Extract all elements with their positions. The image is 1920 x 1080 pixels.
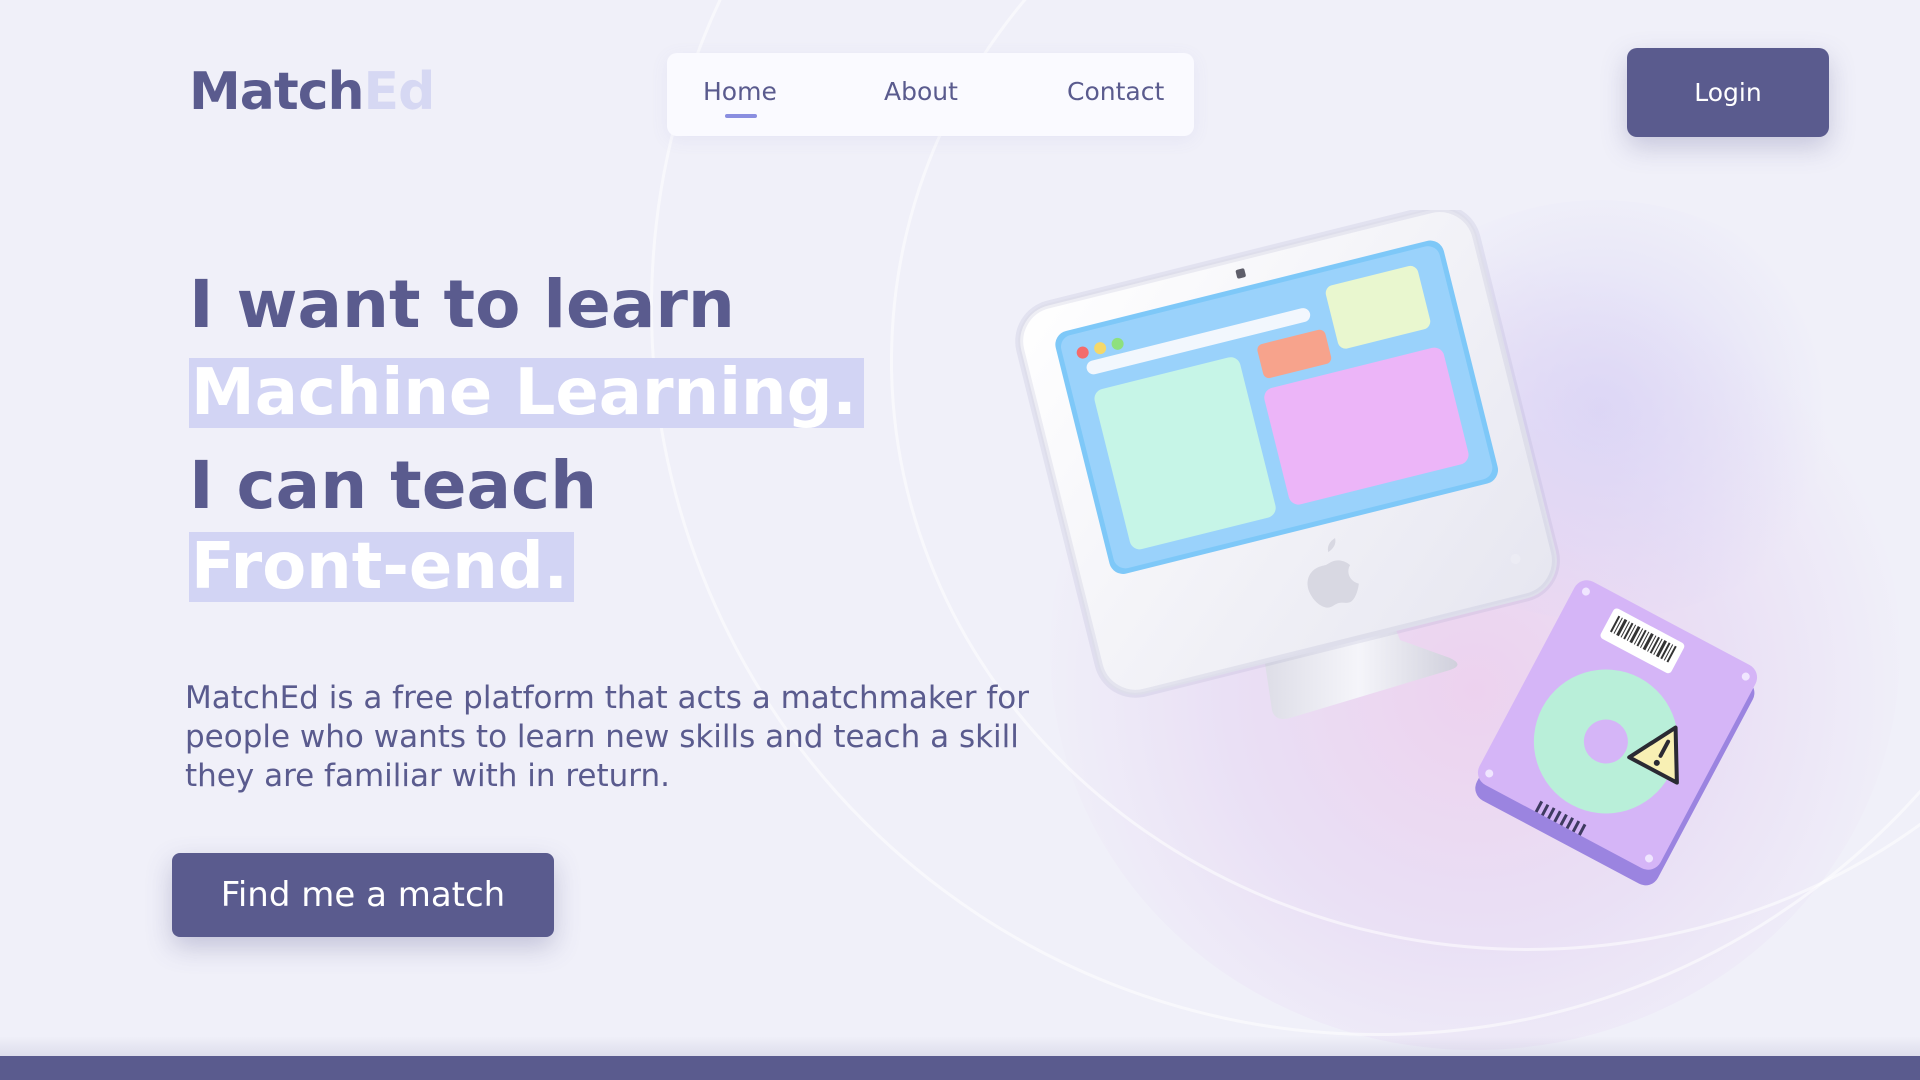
hero-teach-skill: Front-end. <box>189 532 574 602</box>
hard-disk-warning-icon <box>1475 580 1758 886</box>
nav-item-about[interactable]: About <box>884 77 958 106</box>
footer-bar <box>0 1056 1920 1080</box>
brand-name-accent: Ed <box>363 62 436 122</box>
hero-description: MatchEd is a free platform that acts a m… <box>185 680 1029 794</box>
nav-item-home[interactable]: Home <box>703 77 777 106</box>
hero-learn-heading: I want to learn <box>189 266 735 343</box>
footer-shadow <box>0 1036 1920 1056</box>
brand-name-primary: Match <box>189 62 365 122</box>
hero-learn-skill: Machine Learning. <box>189 358 864 428</box>
hero-teach-heading: I can teach <box>189 447 598 524</box>
nav-item-contact[interactable]: Contact <box>1067 77 1164 106</box>
nav-active-indicator <box>725 114 757 118</box>
find-match-button[interactable]: Find me a match <box>172 853 554 937</box>
login-button[interactable]: Login <box>1627 48 1829 137</box>
main-navigation: Home About Contact <box>667 53 1194 136</box>
brand-logo[interactable]: MatchEd <box>189 62 436 122</box>
